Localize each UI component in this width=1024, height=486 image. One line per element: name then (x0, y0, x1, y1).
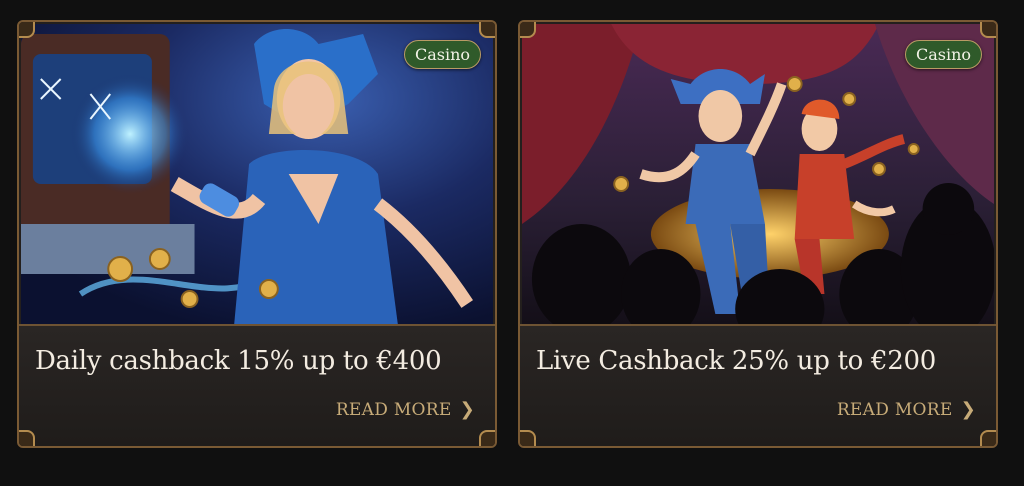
promo-card-daily-cashback[interactable]: Casino Daily cashback 15% up to €400 REA… (17, 20, 497, 448)
category-badge: Casino (403, 40, 481, 69)
frame-corner-ornament (520, 430, 536, 446)
promo-card-live-cashback[interactable]: Casino Live Cashback 25% up to €200 READ… (518, 20, 998, 448)
card-body: Live Cashback 25% up to €200 READ MORE ❯ (520, 326, 996, 446)
frame-corner-ornament (19, 430, 35, 446)
frame-corner-ornament (980, 430, 996, 446)
promo-title: Live Cashback 25% up to €200 (536, 346, 936, 376)
card-body: Daily cashback 15% up to €400 READ MORE … (19, 326, 495, 446)
promo-image-jesters-stage[interactable] (522, 24, 994, 324)
read-more-label: READ MORE (836, 399, 953, 420)
chevron-right-icon: ❯ (459, 399, 475, 420)
chevron-right-icon: ❯ (960, 399, 976, 420)
promo-image-jester-magic[interactable] (21, 24, 493, 324)
frame-corner-ornament (980, 22, 996, 38)
read-more-link[interactable]: READ MORE ❯ (336, 399, 475, 420)
frame-corner-ornament (19, 22, 35, 38)
frame-corner-ornament (520, 22, 536, 38)
read-more-link[interactable]: READ MORE ❯ (837, 399, 976, 420)
promo-title: Daily cashback 15% up to €400 (35, 346, 442, 376)
frame-corner-ornament (479, 22, 495, 38)
category-badge: Casino (904, 40, 982, 69)
read-more-label: READ MORE (335, 399, 452, 420)
frame-corner-ornament (479, 430, 495, 446)
